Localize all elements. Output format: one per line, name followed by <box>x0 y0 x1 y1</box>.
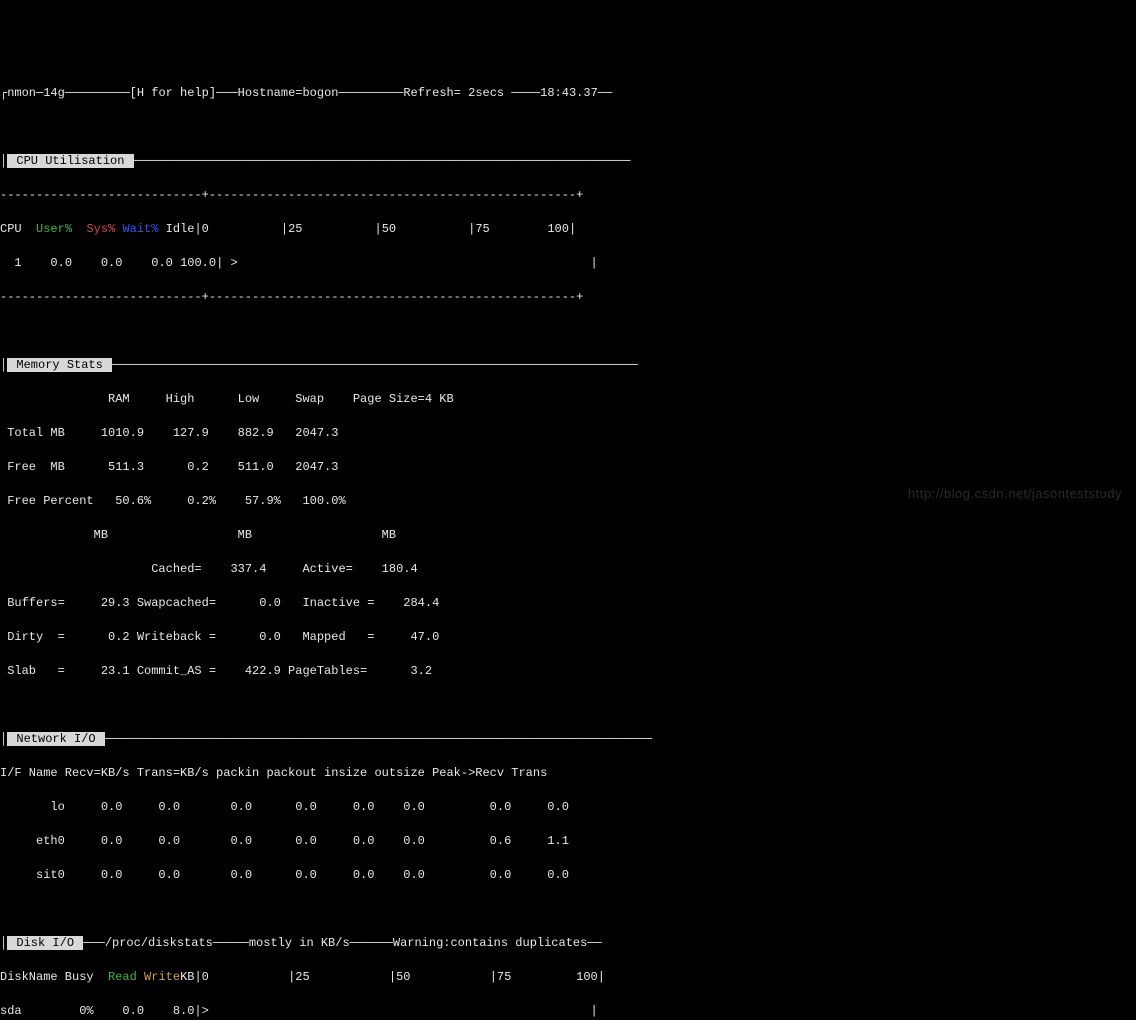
mem-mb-hdr: MB MB MB <box>0 527 1136 544</box>
mem-l4: Slab = 23.1 Commit_AS = 422.9 PageTables… <box>0 663 1136 680</box>
disk-hdr-scale: KB|0 |25 |50 |75 100| <box>180 970 605 984</box>
net-hdr: I/F Name Recv=KB/s Trans=KB/s packin pac… <box>0 765 1136 782</box>
cpu-data-row: 1 0.0 0.0 0.0 100.0| > | <box>0 255 1136 272</box>
cpu-scale-bot: ----------------------------+-----------… <box>0 289 1136 306</box>
cpu-scale: |0 |25 |50 |75 100| <box>194 222 576 236</box>
mem-hdr: RAM High Low Swap Page Size=4 KB <box>0 391 1136 408</box>
cpu-wait-val: 0.0 <box>137 256 173 270</box>
cpu-scale-top: ----------------------------+-----------… <box>0 187 1136 204</box>
disk-hdr-write: Write <box>137 970 180 984</box>
disk-hdr-left: DiskName Busy <box>0 970 108 984</box>
mem-section-title: Memory Stats <box>7 358 112 372</box>
cpu-id: 1 <box>0 256 22 270</box>
mem-free: Free MB 511.3 0.2 511.0 2047.3 <box>0 459 1136 476</box>
cpu-header-row: CPU User% Sys% Wait% Idle|0 |25 |50 |75 … <box>0 221 1136 238</box>
disk-row-sda: sda 0% 0.0 8.0|> | <box>0 1003 1136 1020</box>
disk-title-row: │ Disk I/O ───/proc/diskstats─────mostly… <box>0 935 1136 952</box>
net-section-title: Network I/O <box>7 732 105 746</box>
mem-title-row: │ Memory Stats ─────────────────────────… <box>0 357 1136 374</box>
refresh-label: Refresh= <box>403 86 461 100</box>
hostname: bogon <box>302 86 338 100</box>
refresh-value: 2secs <box>461 86 504 100</box>
cpu-sys-val: 0.0 <box>86 256 122 270</box>
cpu-user-col: User% <box>36 222 72 236</box>
cpu-sys-col: Sys% <box>86 222 115 236</box>
cpu-user-val: 0.0 <box>36 256 72 270</box>
disk-after-title: ───/proc/diskstats─────mostly in KB/s───… <box>83 936 601 950</box>
mem-l3: Dirty = 0.2 Writeback = 0.0 Mapped = 47.… <box>0 629 1136 646</box>
help-hint: [H for help] <box>130 86 216 100</box>
header-line: ┌nmon─14g─────────[H for help]───Hostnam… <box>0 85 1136 102</box>
disk-section-title: Disk I/O <box>7 936 83 950</box>
mem-total: Total MB 1010.9 127.9 882.9 2047.3 <box>0 425 1136 442</box>
cpu-idle-val: 100.0 <box>180 256 216 270</box>
net-row-sit0: sit0 0.0 0.0 0.0 0.0 0.0 0.0 0.0 0.0 <box>0 867 1136 884</box>
cpu-col: CPU <box>0 222 22 236</box>
tool-name: nmon <box>7 86 36 100</box>
disk-hdr-read: Read <box>108 970 137 984</box>
cpu-title-row: │ CPU Utilisation ──────────────────────… <box>0 153 1136 170</box>
tool-version: 14g <box>43 86 65 100</box>
net-row-lo: lo 0.0 0.0 0.0 0.0 0.0 0.0 0.0 0.0 <box>0 799 1136 816</box>
cpu-section-title: CPU Utilisation <box>7 154 133 168</box>
clock-time: 18:43.37 <box>540 86 598 100</box>
mem-l2: Buffers= 29.3 Swapcached= 0.0 Inactive =… <box>0 595 1136 612</box>
net-row-eth0: eth0 0.0 0.0 0.0 0.0 0.0 0.0 0.6 1.1 <box>0 833 1136 850</box>
cpu-idle-col: Idle <box>166 222 195 236</box>
mem-free-pct: Free Percent 50.6% 0.2% 57.9% 100.0% <box>0 493 1136 510</box>
mem-l1: Cached= 337.4 Active= 180.4 <box>0 561 1136 578</box>
hostname-label: Hostname= <box>238 86 303 100</box>
cpu-bar: | > | <box>216 256 598 270</box>
disk-hdr: DiskName Busy Read WriteKB|0 |25 |50 |75… <box>0 969 1136 986</box>
cpu-wait-col: Wait% <box>122 222 158 236</box>
net-title-row: │ Network I/O ──────────────────────────… <box>0 731 1136 748</box>
